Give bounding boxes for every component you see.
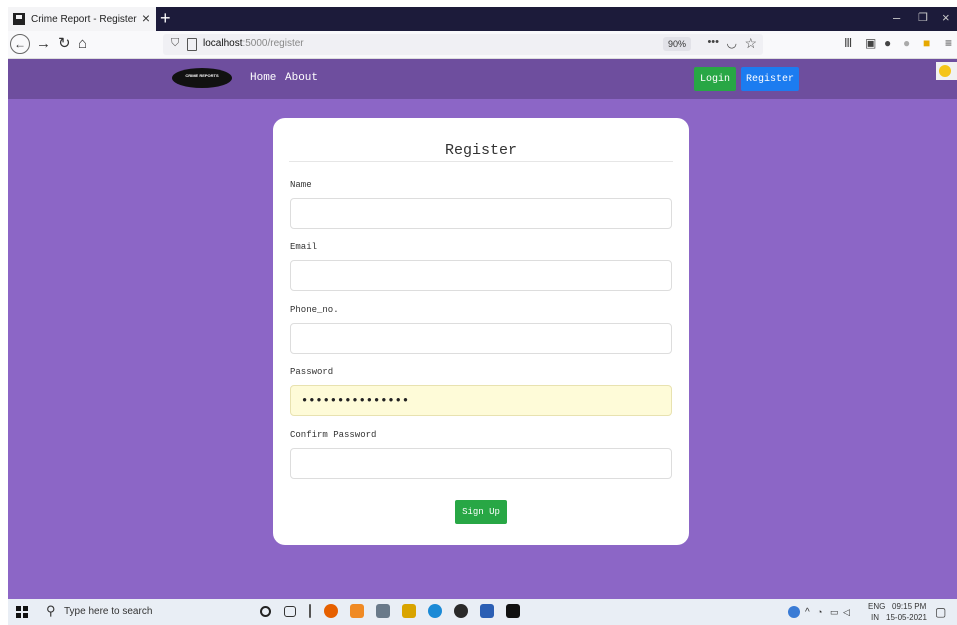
extension-icon[interactable]: ● xyxy=(884,36,891,50)
windows-start-icon[interactable] xyxy=(16,606,28,618)
camera-icon[interactable] xyxy=(376,604,390,618)
sidebar-icon[interactable]: ▣ xyxy=(865,36,876,50)
xampp-icon[interactable] xyxy=(350,604,364,618)
sign-up-button[interactable]: Sign Up xyxy=(455,500,507,524)
reload-icon[interactable]: ↻ xyxy=(58,35,71,53)
clock-date[interactable]: 15-05-2021 xyxy=(886,613,927,622)
extension-icon-2[interactable]: ● xyxy=(903,36,910,50)
browser-tab[interactable]: Crime Report - Register × xyxy=(8,7,156,31)
pocket-icon[interactable]: ◡ xyxy=(727,36,737,50)
search-placeholder: Type here to search xyxy=(64,606,153,617)
confirm-password-input[interactable] xyxy=(290,448,672,479)
word-icon[interactable] xyxy=(480,604,494,618)
bookmark-star-icon[interactable]: ☆ xyxy=(744,35,757,52)
more-actions-icon[interactable]: ••• xyxy=(707,36,719,48)
restore-icon[interactable]: ❐ xyxy=(918,10,928,26)
minimize-icon[interactable]: – xyxy=(893,10,900,26)
site-header: CRIME REPORTS Home About Login Register xyxy=(8,59,957,99)
firefox-icon[interactable] xyxy=(324,604,338,618)
back-icon[interactable]: ← xyxy=(10,34,30,54)
library-icon[interactable]: Ⅲ xyxy=(844,36,852,50)
cortana-icon[interactable] xyxy=(260,606,271,617)
shield-icon[interactable]: ⛉ xyxy=(171,37,179,50)
notification-icon[interactable]: ▢ xyxy=(935,605,946,619)
input-language[interactable]: ENG xyxy=(868,602,885,611)
new-tab-icon[interactable]: + xyxy=(160,8,171,28)
input-region[interactable]: IN xyxy=(871,613,879,622)
email-label: Email xyxy=(290,242,318,252)
windows-taskbar: ⚲ Type here to search ^ ◔ ▭ ◁ ENG IN 09:… xyxy=(8,599,957,625)
name-label: Name xyxy=(290,180,312,190)
edge-icon[interactable] xyxy=(428,604,442,618)
url-text[interactable]: localhost:5000/register xyxy=(203,38,304,49)
network-icon[interactable]: ◔ xyxy=(817,607,822,617)
tab-close-icon[interactable]: × xyxy=(142,10,150,26)
confirm-password-label: Confirm Password xyxy=(290,430,377,440)
taskbar-search[interactable]: ⚲ Type here to search xyxy=(38,599,218,625)
name-input[interactable] xyxy=(290,198,672,229)
window-close-icon[interactable]: × xyxy=(942,10,950,26)
task-view-icon[interactable] xyxy=(284,606,296,617)
tab-title: Crime Report - Register xyxy=(31,13,137,25)
password-input[interactable] xyxy=(290,385,672,416)
zoom-badge[interactable]: 90% xyxy=(662,37,691,51)
browser-toolbar: ← → ↻ ⌂ ⛉ localhost:5000/register 90% ••… xyxy=(8,31,957,59)
login-button[interactable]: Login xyxy=(694,67,736,91)
phone-input[interactable] xyxy=(290,323,672,354)
tab-favicon-icon xyxy=(13,13,25,25)
tray-chevron-icon[interactable]: ^ xyxy=(805,607,810,618)
site-logo[interactable]: CRIME REPORTS xyxy=(172,68,232,88)
forward-icon[interactable]: → xyxy=(36,35,51,53)
menu-icon[interactable]: ≡ xyxy=(945,36,952,50)
search-icon: ⚲ xyxy=(46,603,56,618)
nav-about-link[interactable]: About xyxy=(285,72,318,84)
battery-icon[interactable]: ▭ xyxy=(830,607,839,618)
form-title: Register xyxy=(444,142,517,159)
taskbar-separator xyxy=(309,604,311,618)
phone-label: Phone_no. xyxy=(290,305,339,315)
register-button[interactable]: Register xyxy=(741,67,799,91)
file-explorer-icon[interactable] xyxy=(402,604,416,618)
email-input[interactable] xyxy=(290,260,672,291)
title-divider xyxy=(289,161,673,162)
home-icon[interactable]: ⌂ xyxy=(78,35,87,53)
nav-home-link[interactable]: Home xyxy=(250,72,276,84)
app-icon[interactable] xyxy=(454,604,468,618)
password-label: Password xyxy=(290,367,334,377)
page-info-icon[interactable] xyxy=(187,38,197,51)
browser-tab-strip: Crime Report - Register × + – ❐ × xyxy=(8,7,957,31)
extension-popup-icon[interactable] xyxy=(936,62,957,80)
terminal-icon[interactable] xyxy=(506,604,520,618)
extension-icon-3[interactable]: ■ xyxy=(923,36,930,50)
volume-icon[interactable]: ◁ xyxy=(843,607,850,618)
clock-time[interactable]: 09:15 PM xyxy=(892,602,926,611)
url-bar[interactable]: ⛉ localhost:5000/register 90% ••• ◡ ☆ xyxy=(163,34,763,55)
tray-app-icon[interactable] xyxy=(788,606,800,618)
register-card: Register Name Email Phone_no. Password C… xyxy=(273,118,689,545)
